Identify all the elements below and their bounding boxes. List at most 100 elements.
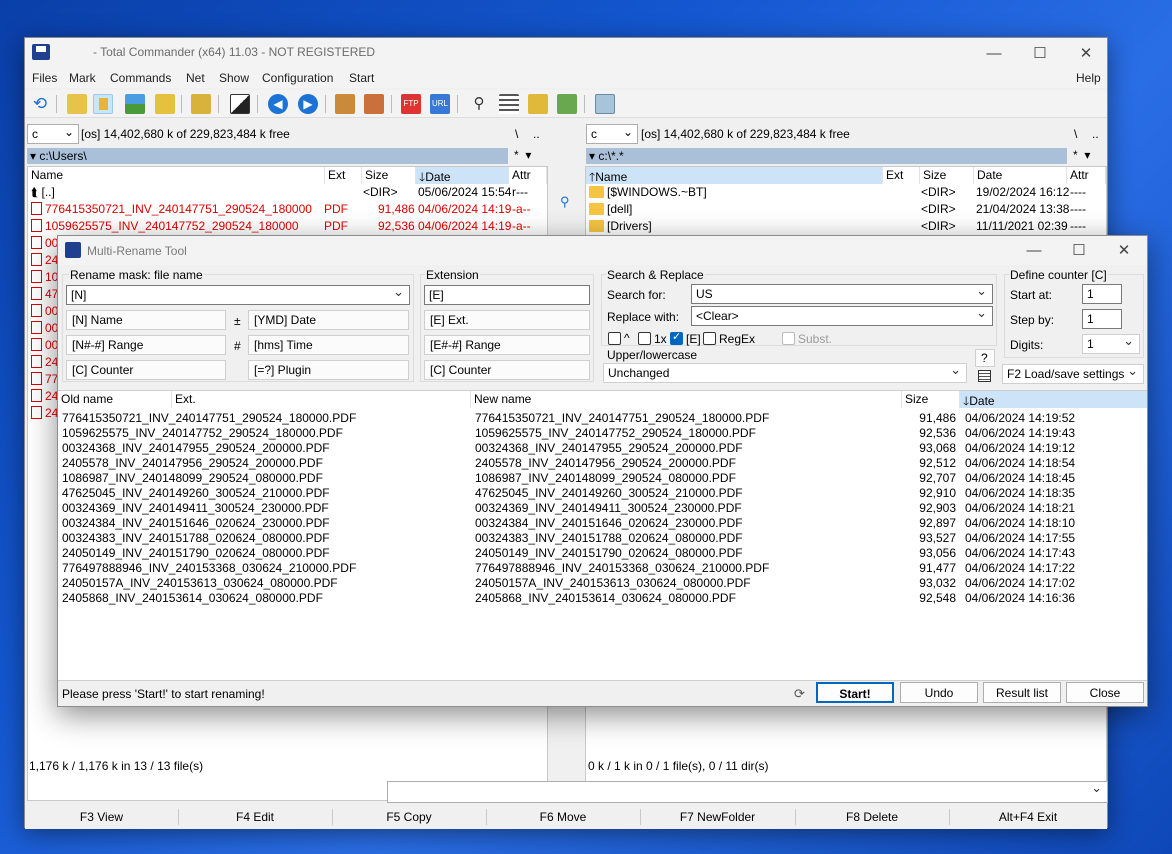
list-item[interactable]: [dell] <DIR> 21/04/2024 13:38 ---- bbox=[589, 202, 1105, 219]
search-for-input[interactable]: US bbox=[691, 284, 993, 304]
ftp-connect-icon[interactable]: FTP bbox=[401, 94, 421, 114]
command-line-input[interactable] bbox=[387, 781, 1108, 803]
pack-files-icon[interactable] bbox=[335, 94, 355, 114]
right-col-ext[interactable]: Ext bbox=[883, 167, 920, 184]
quick-view-icon[interactable]: ⚲ bbox=[560, 194, 570, 210]
url-connect-icon[interactable]: URL bbox=[430, 94, 450, 114]
subst-checkbox[interactable] bbox=[782, 332, 795, 345]
table-row[interactable]: 2405578_INV_240147956_290524_200000.PDF 2… bbox=[58, 456, 1147, 471]
dialog-maximize-button[interactable]: ☐ bbox=[1056, 235, 1102, 265]
back-arrow-icon[interactable]: ◀ bbox=[268, 94, 288, 114]
digits-select[interactable]: 1 bbox=[1082, 334, 1140, 354]
copy-names-icon[interactable] bbox=[557, 94, 577, 114]
multi-rename-icon[interactable] bbox=[499, 94, 519, 114]
right-drive-select[interactable]: c ⌄ bbox=[586, 124, 638, 144]
table-row[interactable]: 776497888946_INV_240153368_030624_210000… bbox=[58, 561, 1147, 576]
list-item[interactable]: [Drivers] <DIR> 11/11/2021 02:39 ---- bbox=[589, 219, 1105, 236]
extension-input[interactable]: [E] bbox=[424, 285, 590, 305]
thumbnails-icon[interactable] bbox=[125, 94, 145, 114]
mask-counter-button[interactable]: [C] Counter bbox=[66, 360, 226, 380]
f7-newfolder-button[interactable]: F7 NewFolder bbox=[640, 810, 795, 824]
list-item[interactable]: 24 bbox=[31, 389, 58, 406]
mask-name-button[interactable]: [N] Name bbox=[66, 310, 226, 330]
f6-move-button[interactable]: F6 Move bbox=[486, 810, 640, 824]
table-row[interactable]: 1059625575_INV_240147752_290524_180000.P… bbox=[58, 426, 1147, 441]
table-row[interactable]: 00324383_INV_240151788_020624_080000.PDF… bbox=[58, 531, 1147, 546]
right-col-date[interactable]: Date bbox=[974, 167, 1067, 184]
step-by-input[interactable]: 1 bbox=[1082, 309, 1122, 329]
list-item[interactable]: 00 bbox=[31, 304, 58, 321]
col-new-name[interactable]: New name bbox=[471, 391, 902, 408]
load-save-settings-button[interactable]: F2 Load/save settings bbox=[1002, 364, 1144, 384]
left-col-size[interactable]: Size bbox=[362, 167, 416, 184]
right-root-button[interactable]: \ bbox=[1074, 127, 1077, 141]
invert-selection-icon[interactable] bbox=[191, 94, 211, 114]
regex-checkbox[interactable] bbox=[703, 332, 716, 345]
col-date[interactable]: 🡓Date bbox=[960, 391, 1147, 408]
left-drive-select[interactable]: c ⌄ bbox=[27, 124, 79, 144]
table-row[interactable]: 24050157A_INV_240153613_030624_080000.PD… bbox=[58, 576, 1147, 591]
case-select[interactable]: Unchanged bbox=[603, 363, 967, 383]
menu-mark[interactable]: Mark bbox=[69, 71, 96, 85]
left-path-bar[interactable]: ▾ c:\Users\ bbox=[27, 148, 508, 164]
full-view-icon[interactable] bbox=[93, 94, 113, 114]
hash-button[interactable]: # bbox=[234, 339, 241, 353]
alt-f4-exit-button[interactable]: Alt+F4 Exit bbox=[949, 810, 1107, 824]
forward-arrow-icon[interactable]: ▶ bbox=[298, 94, 318, 114]
menu-files[interactable]: Files bbox=[32, 71, 57, 85]
once-checkbox[interactable] bbox=[638, 332, 651, 345]
list-item[interactable]: 1059625575_INV_240147752_290524_180000 P… bbox=[31, 219, 546, 236]
menu-start[interactable]: Start bbox=[349, 71, 374, 85]
f4-edit-button[interactable]: F4 Edit bbox=[178, 810, 332, 824]
mask-plugin-button[interactable]: [=?] Plugin bbox=[248, 360, 409, 380]
caret-checkbox[interactable] bbox=[608, 332, 621, 345]
ext-button[interactable]: [E] Ext. bbox=[424, 310, 590, 330]
help-button[interactable]: ? bbox=[975, 349, 995, 367]
refresh-icon[interactable]: ⟳ bbox=[794, 686, 805, 702]
compare-icon[interactable] bbox=[230, 94, 250, 114]
right-col-attr[interactable]: Attr bbox=[1067, 167, 1106, 184]
right-up-button[interactable]: .. bbox=[1092, 127, 1099, 141]
table-row[interactable]: 00324368_INV_240147955_290524_200000.PDF… bbox=[58, 441, 1147, 456]
left-root-button[interactable]: \ bbox=[515, 127, 518, 141]
close-button[interactable]: ✕ bbox=[1063, 38, 1109, 68]
mask-range-button[interactable]: [N#-#] Range bbox=[66, 335, 226, 355]
tree-view-icon[interactable] bbox=[155, 94, 175, 114]
dialog-minimize-button[interactable]: — bbox=[1011, 235, 1057, 265]
replace-with-input[interactable]: <Clear> bbox=[691, 306, 993, 326]
editor-icon[interactable] bbox=[978, 370, 991, 382]
mask-time-button[interactable]: [hms] Time bbox=[248, 335, 409, 355]
right-col-size[interactable]: Size bbox=[920, 167, 974, 184]
start-button[interactable]: Start! bbox=[816, 682, 894, 703]
table-row[interactable]: 00324369_INV_240149411_300524_230000.PDF… bbox=[58, 501, 1147, 516]
sync-dirs-icon[interactable] bbox=[528, 94, 548, 114]
ext-checkbox[interactable] bbox=[670, 330, 683, 345]
ext-range-button[interactable]: [E#-#] Range bbox=[424, 335, 590, 355]
refresh-icon[interactable]: ⟲ bbox=[30, 94, 50, 114]
right-col-name[interactable]: 🡑Name bbox=[586, 167, 883, 184]
notepad-icon[interactable] bbox=[595, 94, 615, 114]
col-old-name[interactable]: Old name bbox=[58, 391, 172, 408]
start-at-input[interactable]: 1 bbox=[1082, 284, 1122, 304]
list-item[interactable]: 77 bbox=[31, 372, 58, 389]
table-row[interactable]: 776415350721_INV_240147751_290524_180000… bbox=[58, 411, 1147, 426]
list-item[interactable]: 10 bbox=[31, 270, 58, 287]
rename-mask-input[interactable]: [N] bbox=[66, 285, 410, 305]
table-row[interactable]: 47625045_INV_240149260_300524_210000.PDF… bbox=[58, 486, 1147, 501]
list-item[interactable]: 24 bbox=[31, 355, 58, 372]
left-col-ext[interactable]: Ext bbox=[325, 167, 362, 184]
menu-help[interactable]: Help bbox=[1076, 71, 1101, 85]
maximize-button[interactable]: ☐ bbox=[1017, 38, 1063, 68]
close-dialog-button[interactable]: Close bbox=[1066, 682, 1144, 703]
f5-copy-button[interactable]: F5 Copy bbox=[332, 810, 486, 824]
list-item[interactable]: 47 bbox=[31, 287, 58, 304]
menu-configuration[interactable]: Configuration bbox=[262, 71, 333, 85]
left-col-date[interactable]: 🡓Date bbox=[416, 167, 509, 184]
undo-button[interactable]: Undo bbox=[900, 682, 978, 703]
search-icon[interactable]: ⚲ bbox=[469, 94, 489, 114]
f3-view-button[interactable]: F3 View bbox=[25, 810, 178, 824]
list-item[interactable]: 776415350721_INV_240147751_290524_180000… bbox=[31, 202, 546, 219]
ext-counter-button[interactable]: [C] Counter bbox=[424, 360, 590, 380]
right-path-bar[interactable]: ▾ c:\*.* bbox=[586, 148, 1067, 164]
brief-view-icon[interactable] bbox=[67, 94, 87, 114]
